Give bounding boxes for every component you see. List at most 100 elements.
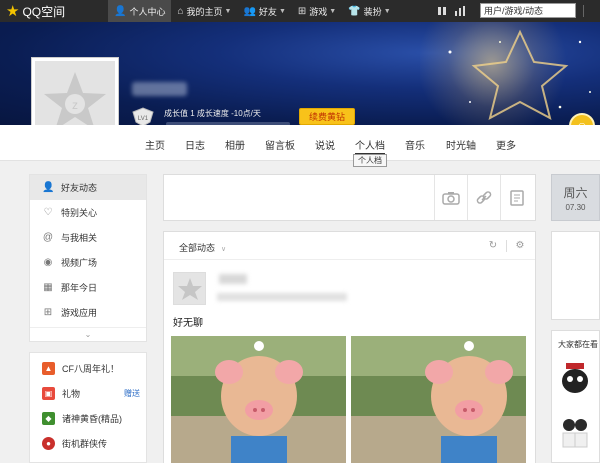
refresh-icon[interactable]: ↻ (487, 240, 499, 252)
nav-label: 装扮 (363, 6, 382, 17)
post-composer (163, 174, 536, 221)
divider (506, 240, 507, 252)
growth-info: 成长值 1 成长速度 -10点/天 (164, 109, 261, 118)
at-icon: @ (42, 231, 54, 243)
date-label: 07.30 (565, 203, 586, 212)
sidebar-item-label: 好友动态 (61, 183, 98, 193)
top-navigation-bar: ★ QQ空间 👤 个人中心 ⌂ 我的主页 ▼ 👥 好友 ▼ ⊞ 游戏 ▼ 👕 装… (0, 0, 600, 22)
level-badge-icon[interactable]: LV1 (130, 106, 156, 125)
top-icon-group (436, 5, 466, 17)
post-author-avatar[interactable] (173, 272, 206, 305)
sidebar-item-label: 特别关心 (61, 208, 98, 218)
nav-personal-center[interactable]: 👤 个人中心 (108, 0, 172, 22)
nav-label: 个人中心 (129, 6, 166, 17)
app-item-gods[interactable]: ◆ 诸神黄昏(精品) (30, 406, 146, 431)
left-app-list: ▲ CF八周年礼！ ▣ 礼物 赠送 ◆ 诸神黄昏(精品) ● 街机群侠传 (29, 352, 147, 463)
nav-decorate[interactable]: 👕 装扮 ▼ (342, 0, 396, 22)
post-text: 好无聊 (173, 318, 203, 329)
caret-down-icon: ▼ (329, 7, 337, 15)
friends-icon: 👥 (243, 5, 256, 17)
gift-icon: ▣ (42, 387, 55, 400)
app-item-gift[interactable]: ▣ 礼物 赠送 (30, 381, 146, 406)
pause-icon[interactable] (436, 5, 448, 17)
camera-icon[interactable] (434, 175, 467, 220)
expand-chevron-icon[interactable]: ⌄ (30, 327, 146, 341)
divider (583, 5, 584, 17)
nav-label: 好友 (258, 6, 277, 17)
sidebar-item-video[interactable]: ◉ 视频广场 (30, 250, 146, 275)
gods-game-icon: ◆ (42, 412, 55, 425)
post-photo[interactable] (171, 336, 346, 463)
nav-friends[interactable]: 👥 好友 ▼ (237, 0, 291, 22)
tab-messages[interactable]: 留言板 (265, 137, 295, 152)
grid-icon: ⊞ (297, 5, 307, 17)
document-icon[interactable] (500, 175, 533, 220)
app-item-cf[interactable]: ▲ CF八周年礼！ (30, 356, 146, 381)
tab-profile[interactable]: 个人档 (355, 137, 385, 154)
sidebar-item-label: 那年今日 (61, 283, 98, 293)
app-label: 礼物 (62, 389, 81, 399)
post-photo[interactable] (351, 336, 526, 463)
popular-title: 大家都在看 (558, 340, 598, 349)
feed-header: 全部动态 ∨ ↻ ⚙ (164, 232, 535, 260)
nav-label: 我的主页 (186, 6, 223, 17)
post-input-area[interactable] (164, 175, 434, 220)
app-label: 诸神黄昏(精品) (62, 414, 122, 424)
tab-shuoshuo[interactable]: 说说 (315, 137, 335, 152)
nav-games[interactable]: ⊞ 游戏 ▼ (292, 0, 342, 22)
date-card[interactable]: 周六 07.30 (551, 174, 600, 221)
cf-game-icon: ▲ (42, 362, 55, 375)
tab-blog[interactable]: 日志 (185, 137, 205, 152)
search-input[interactable] (480, 3, 576, 18)
nav-my-homepage[interactable]: ⌂ 我的主页 ▼ (171, 0, 237, 22)
logo-text: QQ空间 (22, 4, 66, 19)
tab-more[interactable]: 更多 (496, 137, 516, 152)
sidebar-item-special-care[interactable]: ♡ 特别关心 (30, 200, 146, 225)
level-text: LV1 (138, 116, 149, 122)
right-card (551, 231, 600, 320)
app-item-arcade[interactable]: ● 街机群侠传 (30, 431, 146, 456)
chevron-down-icon: ∨ (221, 246, 227, 253)
gear-icon[interactable]: ⚙ (514, 240, 526, 252)
tab-timeline[interactable]: 时光轴 (446, 137, 476, 152)
qzone-logo[interactable]: ★ QQ空间 (0, 0, 108, 22)
group-photo-thumbnail[interactable] (560, 411, 590, 451)
send-gift-link[interactable]: 赠送 (124, 388, 140, 399)
username-blurred (132, 82, 187, 96)
left-sidebar-nav: 👤 好友动态 ♡ 特别关心 @ 与我相关 ◉ 视频广场 ▦ 那年今日 ⊞ 游戏应… (29, 174, 147, 342)
nav-label: 游戏 (309, 6, 328, 17)
qzone-star-avatar-icon (177, 277, 202, 300)
weekday-label: 周六 (563, 186, 588, 200)
link-icon[interactable] (467, 175, 500, 220)
arcade-game-icon: ● (42, 437, 55, 450)
sidebar-item-related[interactable]: @ 与我相关 (30, 225, 146, 250)
sidebar-item-games[interactable]: ⊞ 游戏应用 (30, 300, 146, 325)
tab-album[interactable]: 相册 (225, 137, 245, 152)
activity-feed: 全部动态 ∨ ↻ ⚙ 好无聊 (163, 231, 536, 463)
feed-filter-label: 全部动态 (179, 243, 216, 253)
author-name-blurred (219, 274, 247, 284)
sidebar-item-friends-feed[interactable]: 👤 好友动态 (30, 175, 146, 200)
shirt-icon: 👕 (348, 5, 361, 17)
tab-home[interactable]: 主页 (145, 137, 165, 152)
renew-vip-button[interactable]: 续费黄钻 (299, 108, 355, 125)
sidebar-item-label: 与我相关 (61, 233, 98, 243)
cartoon-cat-thumbnail[interactable] (560, 359, 590, 399)
sidebar-item-this-day[interactable]: ▦ 那年今日 (30, 275, 146, 300)
popular-card: 大家都在看 (551, 330, 600, 463)
stats-icon[interactable] (454, 5, 466, 17)
sidebar-item-label: 游戏应用 (61, 308, 98, 318)
friends-feed-icon: 👤 (42, 181, 55, 193)
apps-icon: ⊞ (43, 306, 53, 318)
sidebar-item-label: 视频广场 (61, 258, 98, 268)
calendar-icon: ▦ (43, 281, 53, 293)
tooltip: 个人档 (353, 154, 387, 167)
caret-down-icon: ▼ (224, 7, 232, 15)
profile-tabs: 主页 日志 相册 留言板 说说 个人档 音乐 时光轴 更多 (0, 125, 600, 161)
user-icon: 👤 (114, 5, 127, 17)
app-label: CF八周年礼！ (62, 364, 119, 374)
feed-filter-dropdown[interactable]: 全部动态 ∨ (179, 241, 226, 254)
tab-music[interactable]: 音乐 (405, 137, 425, 152)
home-icon: ⌂ (177, 5, 184, 17)
post-meta-blurred (217, 293, 347, 301)
